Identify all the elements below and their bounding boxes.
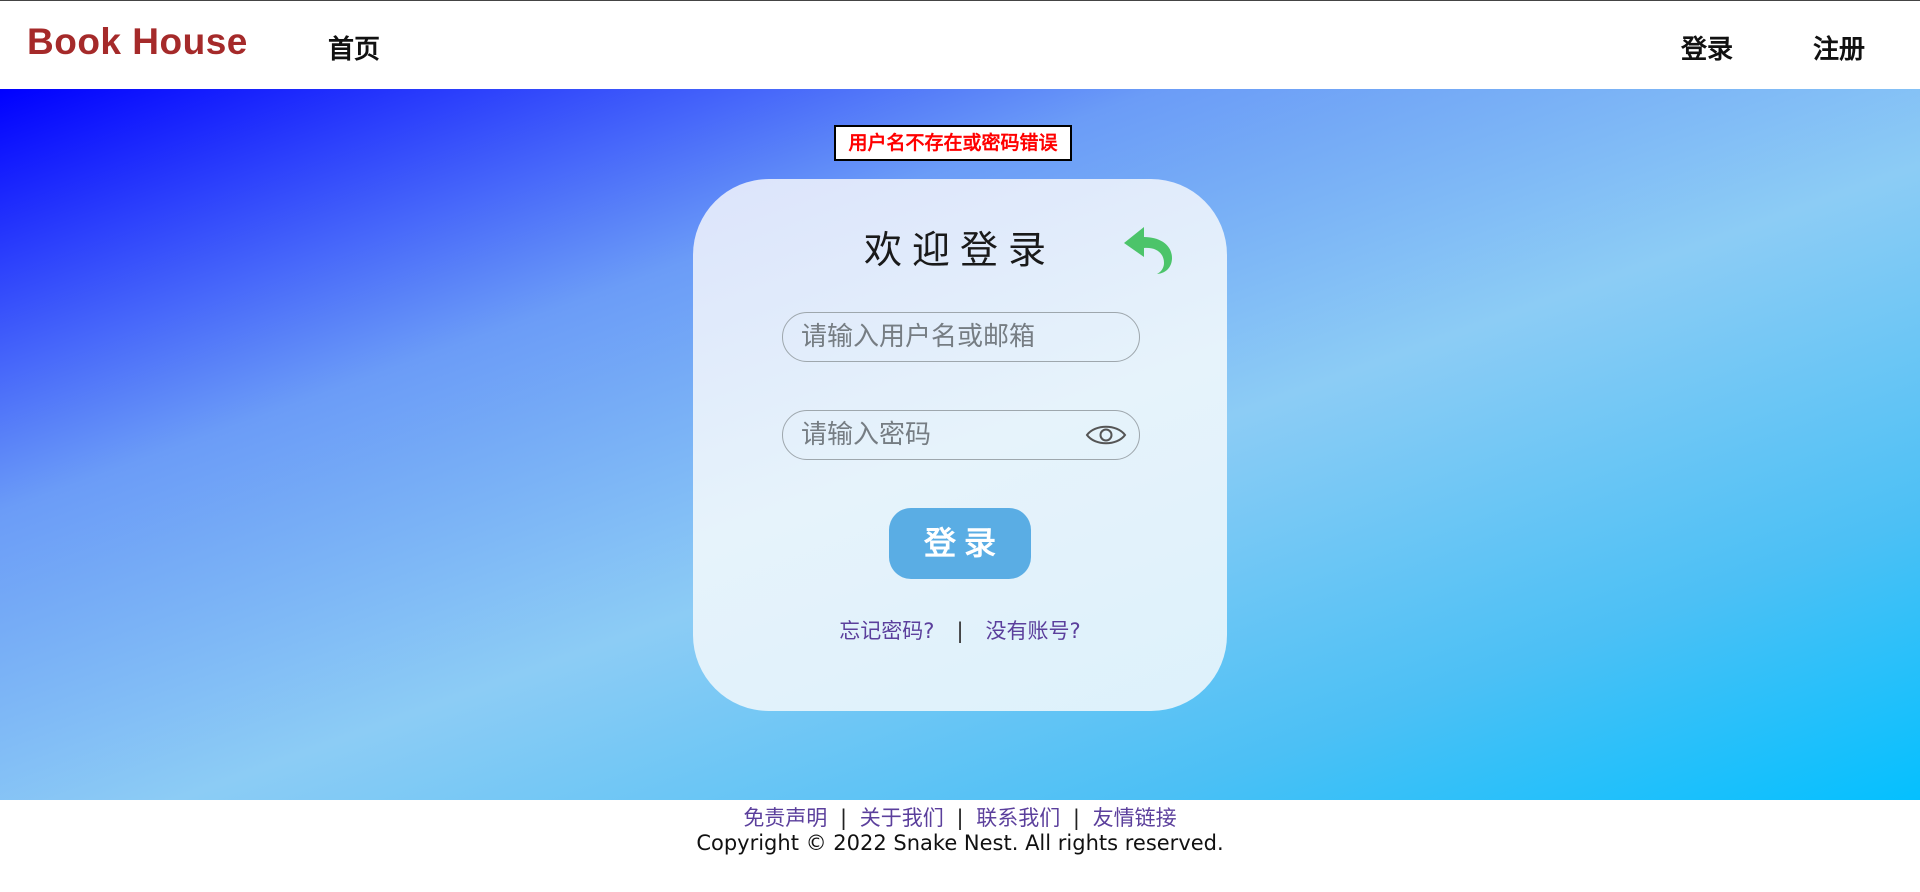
footer-separator: | [956, 806, 964, 830]
copyright-text: Copyright © 2022 Snake Nest. All rights … [696, 831, 1224, 855]
no-account-link[interactable]: 没有账号? [986, 619, 1081, 643]
back-arrow-icon[interactable] [1118, 221, 1174, 277]
top-navbar: Book House 首页 登录 注册 [0, 0, 1920, 89]
main-background: 用户名不存在或密码错误 欢迎登录 登录 忘记密码?|没有账号? [0, 89, 1920, 800]
nav-login-link[interactable]: 登录 [1681, 29, 1733, 66]
footer-about-link[interactable]: 关于我们 [860, 806, 944, 830]
footer-disclaimer-link[interactable]: 免责声明 [743, 806, 827, 830]
error-message: 用户名不存在或密码错误 [834, 125, 1072, 161]
password-field[interactable] [782, 410, 1140, 460]
eye-icon[interactable] [1085, 421, 1127, 449]
nav-register-link[interactable]: 注册 [1813, 29, 1865, 66]
card-links: 忘记密码? | 没有账号? [693, 615, 1227, 645]
footer-links: 免责声明 | 关于我们 | 联系我们 | 友情链接 [0, 802, 1920, 832]
footer-contact-link[interactable]: 联系我们 [976, 806, 1060, 830]
password-input[interactable] [801, 411, 1081, 459]
login-card: 欢迎登录 登录 忘记密码?|没有账号? [693, 179, 1227, 711]
login-button[interactable]: 登录 [889, 508, 1031, 579]
nav-home-link[interactable]: 首页 [328, 29, 380, 66]
site-logo[interactable]: Book House [27, 21, 248, 63]
footer-separator: | [1072, 806, 1080, 830]
username-field[interactable] [782, 312, 1140, 362]
footer-separator: | [840, 806, 848, 830]
forgot-password-link[interactable]: 忘记密码? [839, 619, 934, 643]
link-separator: | [956, 619, 964, 643]
footer-friend-links-link[interactable]: 友情链接 [1093, 806, 1177, 830]
footer: 免责声明 | 关于我们 | 联系我们 | 友情链接 Copyright © 20… [0, 800, 1920, 892]
username-input[interactable] [801, 313, 1081, 361]
